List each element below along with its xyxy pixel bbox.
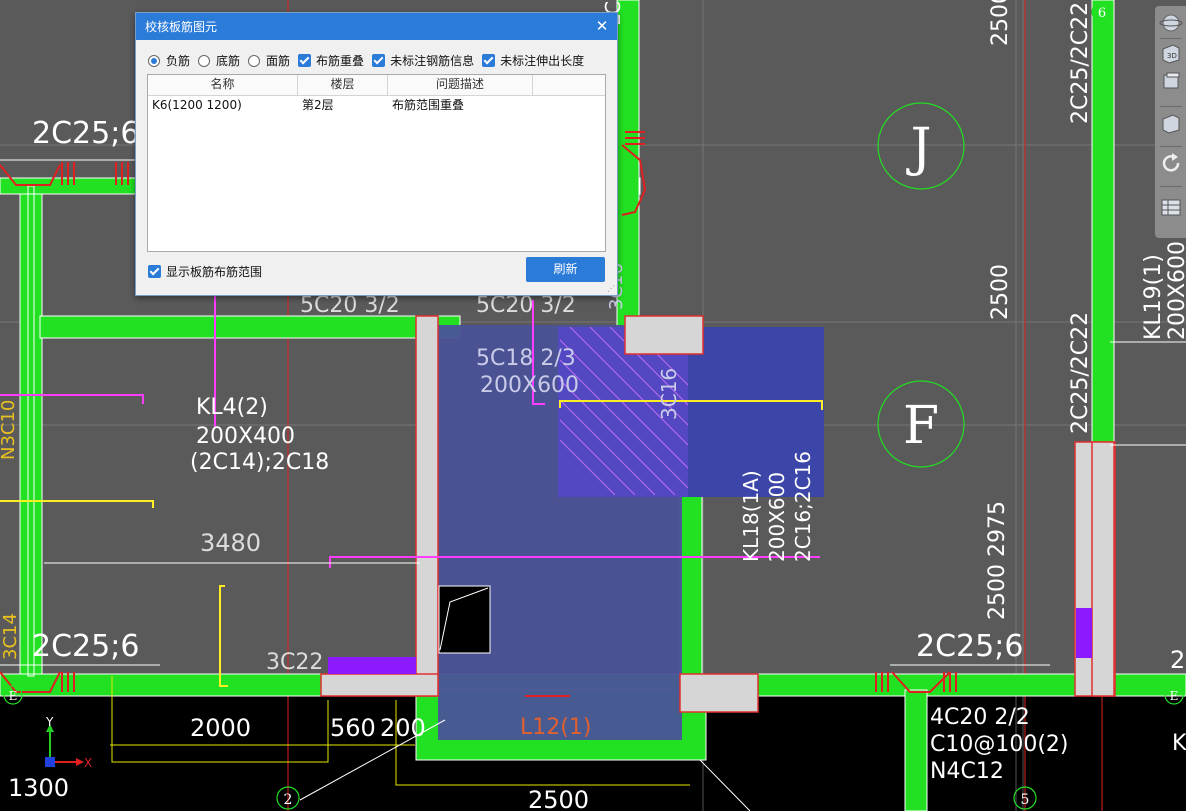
close-icon[interactable]: ✕ [593,17,611,35]
radio-icon[interactable] [248,54,261,67]
axis-label-e-left: E [9,689,18,703]
axis-label-e-right: E [1170,689,1179,703]
checkbox-label: 布筋重叠 [316,54,365,68]
axis-label-f: F [903,396,939,456]
anno-200x600: 200X600 [480,373,579,398]
column-header-name[interactable]: 名称 [148,75,298,95]
radio-icon[interactable] [148,54,160,67]
radio-icon[interactable] [198,54,211,67]
checkbox-icon[interactable] [482,54,496,67]
view-toolbar: 3D [1155,6,1186,238]
cell-floor: 第2层 [302,98,334,112]
3d-view-icon[interactable]: 3D [1159,42,1183,64]
radio-negative-rebar[interactable]: 负筋 [148,52,190,69]
checkbox-label: 未标注钢筋信息 [390,54,475,68]
anno-k-partial: K [1172,731,1186,756]
checkbox-unlabeled-extension-length[interactable]: 未标注伸出长度 [482,52,584,69]
resize-grip-icon[interactable]: ⋰ [607,285,615,293]
checkbox-rebar-overlap[interactable]: 布筋重叠 [298,52,364,69]
dialog-title: 校核板筋图元 [145,20,218,34]
axis-label-2: 2 [284,792,293,808]
checkbox-label: 显示板筋布筋范围 [166,265,263,279]
checkbox-icon[interactable] [148,265,161,278]
box-view-icon[interactable] [1159,112,1183,134]
anno-2500-top: 2500 [988,0,1013,46]
anno-560: 560 [330,714,376,742]
anno-l12: L12(1) [520,715,591,740]
anno-2500-bottom: 2500 [528,786,589,811]
radio-label: 负筋 [166,54,191,68]
checkbox-label: 未标注伸出长度 [500,54,585,68]
anno-2c25-left: 2C25;6 [32,116,139,151]
anno-2c25-2c22-top: 2C25/2C22 [1068,2,1093,124]
column-header-issue[interactable]: 问题描述 [388,75,533,95]
top-view-icon[interactable] [1159,70,1183,92]
dialog-title-bar[interactable]: 校核板筋图元 ✕ [136,13,617,40]
checkbox-icon[interactable] [298,54,312,67]
axis-label-j: J [906,118,932,178]
anno-kl4-1: KL4(2) [196,395,268,420]
anno-kl4-3: (2C14);2C18 [190,450,329,475]
radio-top-rebar[interactable]: 面筋 [248,52,290,69]
column-header-floor[interactable]: 楼层 [298,75,388,95]
axis-y-label: Y [45,715,54,729]
anno-2000: 2000 [190,714,251,742]
anno-kl19-2: 200X600 [1165,241,1186,340]
anno-5c20-left: 5C20 3/2 [300,293,400,318]
anno-4c20: 4C20 2/2 [930,705,1030,730]
anno-c10: C10@100(2) [930,732,1069,757]
anno-2c25-2c22-mid: 2C25/2C22 [1068,312,1093,434]
svg-text:3D: 3D [1167,52,1177,60]
anno-3c14: 3C14 [0,613,21,660]
options-row: 负筋 底筋 面筋 布筋重叠 未标注钢筋信息 未标注伸出长度 [148,52,584,69]
cell-name: K6(1200 1200) [152,98,242,112]
anno-5c18: 5C18 2/3 [476,346,576,371]
anno-2500-mid: 2500 [988,264,1013,320]
anno-200: 200 [380,714,426,742]
anno-2c25-left-bottom: 2C25;6 [32,629,139,664]
anno-3480: 3480 [200,529,261,557]
anno-2c25-right-bottom: 2C25;6 [916,629,1023,664]
axis-label-5: 5 [1021,792,1030,808]
anno-3c16: 3C16 [657,368,681,420]
checkbox-unlabeled-rebar-info[interactable]: 未标注钢筋信息 [372,52,474,69]
issues-table: 名称 楼层 问题描述 K6(1200 1200) 第2层 布筋范围重叠 [147,74,606,252]
anno-2975: 2500 2975 [985,501,1010,620]
anno-kl18-1: KL18(1A) [739,470,763,562]
check-slab-rebar-dialog: 校核板筋图元 ✕ 负筋 底筋 面筋 布筋重叠 未标注钢筋信息 未标注伸出长度 名… [135,12,618,296]
anno-kl19-1: KL19(1) [1141,254,1166,340]
anno-3c22: 3C22 [266,650,323,675]
anno-n3c10: N3C10 [0,400,19,460]
radio-label: 面筋 [266,54,291,68]
axis-label-6: 6 [1098,6,1106,21]
refresh-button[interactable]: 刷新 [526,257,605,282]
radio-bottom-rebar[interactable]: 底筋 [198,52,240,69]
table-row[interactable]: K6(1200 1200) 第2层 布筋范围重叠 [148,96,605,116]
rotate-icon[interactable] [1159,152,1183,174]
radio-label: 底筋 [216,54,241,68]
properties-icon[interactable] [1159,196,1183,218]
anno-20-partial: 20 [1170,646,1186,674]
anno-5c20-mid: 5C20 3/2 [476,293,576,318]
anno-n4c12: N4C12 [930,759,1004,784]
table-header: 名称 楼层 问题描述 [148,75,605,96]
anno-kl18-3: 2C16;2C16 [791,451,815,562]
anno-1300: 1300 [8,774,69,802]
anno-kl4-2: 200X400 [196,424,295,449]
axis-x-label: X [84,756,92,770]
anno-kl18-2: 200X600 [765,472,789,562]
orbit-icon[interactable] [1159,12,1183,34]
checkbox-icon[interactable] [372,54,386,67]
checkbox-show-rebar-range[interactable]: 显示板筋布筋范围 [148,263,262,280]
cell-issue: 布筋范围重叠 [392,98,465,112]
